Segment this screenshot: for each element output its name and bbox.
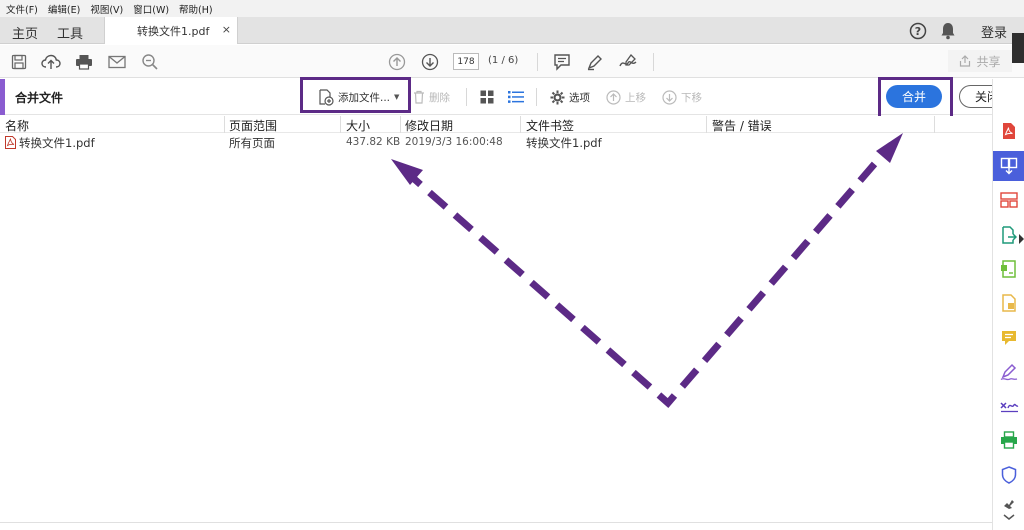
gear-icon xyxy=(550,90,565,104)
delete-button[interactable]: 删除 xyxy=(413,88,450,106)
combine-files-icon[interactable] xyxy=(993,151,1024,181)
column-warning[interactable]: 警告 / 错误 xyxy=(712,117,772,133)
file-size: 437.82 KB xyxy=(346,136,401,148)
email-icon[interactable] xyxy=(107,52,127,72)
create-pdf-icon[interactable] xyxy=(993,116,1024,146)
organize-pages-icon[interactable] xyxy=(993,185,1024,215)
menu-file[interactable]: 文件(F) xyxy=(6,2,38,16)
options-label: 选项 xyxy=(569,91,590,104)
thumbnail-view-icon[interactable] xyxy=(480,88,494,106)
column-divider[interactable] xyxy=(400,116,401,133)
highlight-pen-icon[interactable] xyxy=(585,52,605,72)
more-tools-icon[interactable] xyxy=(993,495,1024,525)
column-divider[interactable] xyxy=(706,116,707,133)
move-down-label: 下移 xyxy=(681,91,702,104)
column-divider[interactable] xyxy=(340,116,341,133)
login-link[interactable]: 登录 xyxy=(981,22,1007,41)
save-icon[interactable] xyxy=(9,52,29,72)
comment-tool-icon[interactable] xyxy=(993,323,1024,353)
file-name: 转换文件1.pdf xyxy=(19,136,95,150)
tools-pane xyxy=(992,79,1024,530)
arrow-up-circle-icon xyxy=(606,89,621,105)
column-bookmark[interactable]: 文件书签 xyxy=(526,117,574,133)
column-divider[interactable] xyxy=(224,116,225,133)
pdf-file-icon xyxy=(5,136,16,152)
move-down-button[interactable]: 下移 xyxy=(662,88,702,106)
add-file-icon xyxy=(319,88,334,106)
menu-help[interactable]: 帮助(H) xyxy=(179,2,213,16)
zoom-search-icon[interactable] xyxy=(140,52,160,72)
column-divider[interactable] xyxy=(934,116,935,133)
column-size[interactable]: 大小 xyxy=(346,117,370,133)
menu-window[interactable]: 窗口(W) xyxy=(133,2,169,16)
tab-bar: 主页 工具 转换文件1.pdf × ? 登录 xyxy=(0,17,1024,44)
add-files-button[interactable]: 添加文件... ▼ xyxy=(318,88,399,106)
list-view-icon[interactable] xyxy=(508,88,524,106)
share-label: 共享 xyxy=(976,54,1001,69)
column-modified[interactable]: 修改日期 xyxy=(405,117,453,133)
accent-strip xyxy=(0,79,5,115)
pane-resize-handle[interactable] xyxy=(1012,33,1024,63)
page-up-icon[interactable] xyxy=(387,52,407,72)
svg-text:?: ? xyxy=(915,25,921,38)
file-bookmark: 转换文件1.pdf xyxy=(526,136,602,150)
toolbar-divider xyxy=(537,53,538,71)
tab-tools[interactable]: 工具 xyxy=(57,23,83,42)
share-icon xyxy=(960,55,971,67)
edit-pdf-icon[interactable] xyxy=(993,254,1024,284)
menu-view[interactable]: 视图(V) xyxy=(90,2,123,16)
toolbar-divider xyxy=(466,88,467,106)
page-down-icon[interactable] xyxy=(420,52,440,72)
arrow-down-circle-icon xyxy=(662,89,677,105)
move-up-button[interactable]: 上移 xyxy=(606,88,646,106)
main-bottom-border xyxy=(0,522,992,523)
page-count: (1 / 6) xyxy=(488,55,519,66)
add-files-label: 添加文件... xyxy=(338,91,391,104)
request-signature-icon[interactable] xyxy=(993,391,1024,421)
delete-label: 删除 xyxy=(429,91,450,104)
file-modified-date: 2019/3/3 16:00:48 xyxy=(405,136,503,148)
trash-icon xyxy=(414,90,424,104)
column-name[interactable]: 名称 xyxy=(5,117,29,133)
fill-sign-icon[interactable] xyxy=(993,357,1024,387)
help-circle-icon[interactable]: ? xyxy=(909,21,927,41)
protect-shield-icon[interactable] xyxy=(993,460,1024,490)
page-number-input[interactable]: 178 xyxy=(453,53,479,70)
bell-icon[interactable] xyxy=(940,21,956,41)
annotation-v-line xyxy=(401,143,893,408)
options-button[interactable]: 选项 xyxy=(550,88,590,106)
tab-document-label: 转换文件1.pdf xyxy=(137,24,210,38)
move-up-label: 上移 xyxy=(625,91,646,104)
menu-bar: 文件(F) 编辑(E) 视图(V) 窗口(W) 帮助(H) xyxy=(0,0,1024,17)
print-production-icon[interactable] xyxy=(993,425,1024,455)
toolbar-divider xyxy=(653,53,654,71)
menu-edit[interactable]: 编辑(E) xyxy=(48,2,80,16)
file-page-range[interactable]: 所有页面 xyxy=(229,135,275,151)
column-page-range[interactable]: 页面范围 xyxy=(229,117,277,133)
combine-title: 合并文件 xyxy=(15,91,64,105)
column-divider[interactable] xyxy=(520,116,521,133)
combine-toolbar: 合并文件 添加文件... ▼ 删除 选项 上移 下移 合并 关闭 xyxy=(0,79,1015,115)
tab-document[interactable]: 转换文件1.pdf × xyxy=(104,17,238,44)
tab-home[interactable]: 主页 xyxy=(12,23,38,42)
main-toolbar: 178 (1 / 6) 共享 xyxy=(0,45,1024,78)
create-form-icon[interactable] xyxy=(993,288,1024,318)
share-button[interactable]: 共享 xyxy=(948,50,1012,72)
table-row[interactable]: 转换文件1.pdf 所有页面 437.82 KB 2019/3/3 16:00:… xyxy=(0,134,992,150)
close-tab-icon[interactable]: × xyxy=(222,23,231,36)
collapse-pane-arrow-icon[interactable] xyxy=(1019,234,1024,244)
cloud-upload-icon[interactable] xyxy=(41,52,61,72)
arrowhead-left xyxy=(391,159,423,185)
merge-button[interactable]: 合并 xyxy=(886,85,942,108)
toolbar-divider xyxy=(536,88,537,106)
file-list-header: 名称 页面范围 大小 修改日期 文件书签 警告 / 错误 xyxy=(0,116,992,133)
print-icon[interactable] xyxy=(74,52,94,72)
sign-pen-icon[interactable] xyxy=(618,52,638,72)
comment-icon[interactable] xyxy=(552,52,572,72)
dropdown-caret-icon: ▼ xyxy=(394,93,400,101)
